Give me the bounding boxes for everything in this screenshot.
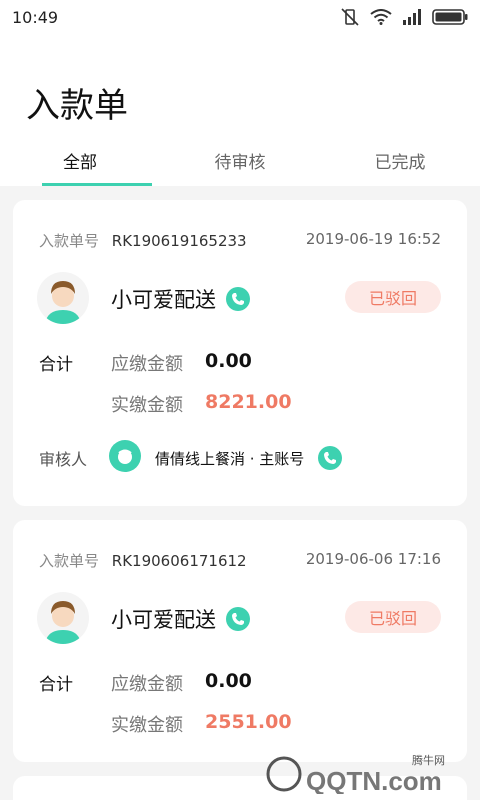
order-header-row: 入款单号 RK190606171612 2019-06-06 17:16	[39, 550, 441, 571]
watermark-text-large: QQTN.com	[306, 766, 442, 794]
auditor-avatar-icon	[109, 440, 141, 472]
order-card[interactable]: 入款单号 RK190619165233 2019-06-19 16:52 小可爱…	[13, 200, 467, 506]
order-no-label: 入款单号	[39, 232, 100, 250]
order-date: 2019-06-06 17:16	[305, 550, 441, 568]
status-time: 10:49	[12, 7, 59, 27]
courier-avatar	[37, 592, 89, 644]
courier-name: 小可爱配送	[111, 608, 216, 632]
order-header-row: 入款单号 RK190619165233 2019-06-19 16:52	[39, 230, 441, 251]
courier-name: 小可爱配送	[111, 288, 216, 312]
due-amount-label: 应缴金额	[111, 354, 183, 375]
courier-avatar	[37, 272, 89, 324]
auditor-label: 审核人	[39, 450, 88, 469]
tab-bar: 全部 待审核 已完成	[0, 144, 480, 186]
watermark-logo: 腾牛网 QQTN.com	[262, 750, 472, 796]
phone-icon[interactable]	[226, 287, 250, 311]
order-no: RK190619165233	[111, 232, 247, 250]
total-label: 合计	[39, 355, 73, 375]
vibrate-off-icon	[341, 8, 359, 26]
courier-name-row: 小可爱配送	[111, 284, 250, 314]
phone-icon[interactable]	[318, 446, 343, 470]
watermark-text-small: 腾牛网	[412, 753, 445, 767]
signal-icon	[403, 9, 421, 25]
due-amount-label: 应缴金额	[111, 674, 183, 695]
battery-icon	[432, 9, 468, 25]
auditor-name: 倩倩线上餐消 · 主账号	[155, 449, 305, 468]
page-header: 入款单 全部 待审核 已完成	[0, 34, 480, 186]
due-amount-value: 0.00	[205, 350, 252, 372]
auditor-name-row: 倩倩线上餐消 · 主账号	[155, 446, 343, 470]
due-amount-value: 0.00	[205, 670, 252, 692]
order-card[interactable]: 入款单号 RK190606171612 2019-06-06 17:16 小可爱…	[13, 520, 467, 762]
phone-icon[interactable]	[226, 607, 250, 631]
tab-pending-review[interactable]: 待审核	[160, 144, 320, 186]
tab-all[interactable]: 全部	[0, 144, 160, 186]
paid-amount-label: 实缴金额	[111, 715, 183, 736]
order-no-label: 入款单号	[39, 552, 100, 570]
paid-amount-value: 8221.00	[205, 391, 292, 413]
status-bar: 10:49	[0, 0, 480, 34]
paid-amount-label: 实缴金额	[111, 395, 183, 416]
paid-amount-value: 2551.00	[205, 711, 292, 733]
courier-name-row: 小可爱配送	[111, 604, 250, 634]
total-label: 合计	[39, 675, 73, 695]
status-badge: 已驳回	[345, 601, 441, 633]
status-icons	[340, 8, 468, 26]
order-no: RK190606171612	[111, 552, 247, 570]
status-badge: 已驳回	[345, 281, 441, 313]
order-date: 2019-06-19 16:52	[305, 230, 441, 248]
page-title: 入款单	[26, 86, 128, 126]
wifi-icon	[370, 9, 392, 25]
tab-completed[interactable]: 已完成	[320, 144, 480, 186]
